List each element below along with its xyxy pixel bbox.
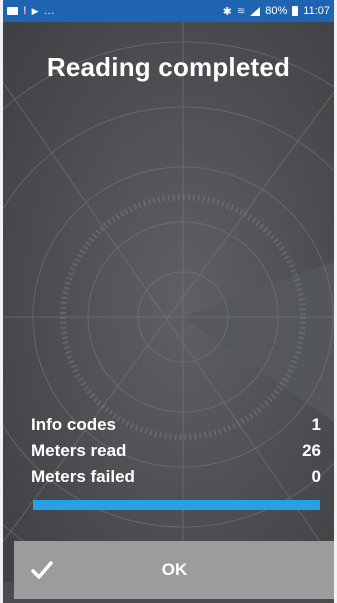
stat-row-meters-failed: Meters failed 0 xyxy=(31,464,321,490)
signal-icon xyxy=(250,6,261,16)
status-bar-left: ! ▶ … xyxy=(7,5,55,17)
ok-button[interactable]: OK xyxy=(14,541,334,599)
stat-value: 0 xyxy=(311,467,321,486)
radar-background xyxy=(3,22,334,582)
wifi-icon: ≋ xyxy=(236,5,246,17)
ok-button-label: OK xyxy=(161,560,188,579)
play-icon: ▶ xyxy=(31,5,39,16)
reading-stats: Info codes 1 Meters read 26 Meters faile… xyxy=(31,412,321,490)
more-icon: … xyxy=(43,5,55,17)
status-bar-right: ✱ ≋ 80% 11:07 xyxy=(223,5,330,18)
stat-label: Meters failed xyxy=(31,467,135,486)
warning-icon: ! xyxy=(23,5,27,17)
page-title: Reading completed xyxy=(46,52,291,82)
clock: 11:07 xyxy=(303,5,330,17)
stat-row-meters-read: Meters read 26 xyxy=(31,438,321,464)
stat-label: Meters read xyxy=(31,441,127,460)
status-bar: ! ▶ … ✱ ≋ 80% 11:07 xyxy=(3,0,334,22)
image-icon xyxy=(7,7,18,15)
stat-value: 1 xyxy=(311,415,321,434)
stat-value: 26 xyxy=(302,441,321,460)
stat-label: Info codes xyxy=(31,415,117,434)
bluetooth-icon: ✱ xyxy=(222,5,232,18)
app-screen: ! ▶ … ✱ ≋ 80% 11:07 Reading completed In… xyxy=(0,0,337,603)
stat-row-info-codes: Info codes 1 xyxy=(31,412,321,438)
progress-bar-fill xyxy=(33,500,320,510)
battery-percent: 80% xyxy=(265,5,288,17)
battery-icon xyxy=(292,6,299,16)
progress-bar xyxy=(33,500,320,510)
